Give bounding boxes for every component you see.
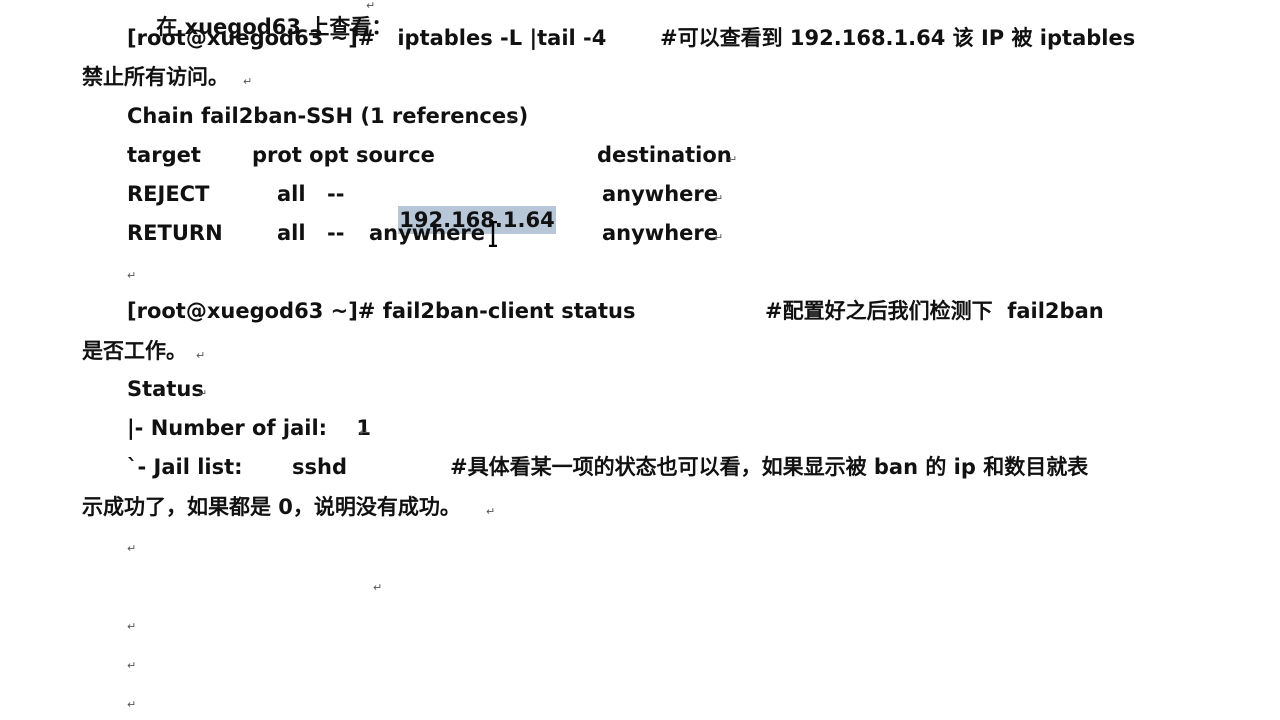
- comment-fail2ban-status: #配置好之后我们检测下 fail2ban: [765, 299, 1104, 323]
- jail-count-line: |- Number of jail: 1: [127, 416, 371, 440]
- comment-jail-status-wrap: 示成功了，如果都是 0，说明没有成功。: [82, 495, 461, 519]
- paragraph-mark: ↵: [127, 269, 137, 282]
- text-cursor-icon: [489, 221, 497, 247]
- header-prot-opt-source: prot opt source: [252, 143, 435, 167]
- paragraph-mark: ↵: [373, 581, 383, 594]
- row1-opt: --: [327, 182, 345, 206]
- paragraph-mark: ↵: [127, 542, 137, 555]
- header-destination: destination: [597, 143, 732, 167]
- row1-prot: all: [277, 182, 306, 206]
- paragraph-mark: ↵: [728, 153, 738, 166]
- paragraph-mark: ↵: [486, 505, 496, 518]
- comment-iptables-wrap: 禁止所有访问。: [82, 65, 229, 89]
- paragraph-mark: ↵: [508, 114, 518, 127]
- paragraph-mark: ↵: [127, 698, 137, 711]
- row2-dest: anywhere: [602, 221, 719, 245]
- row1-target: REJECT: [127, 182, 210, 206]
- comment-iptables: #可以查看到 192.168.1.64 该 IP 被 iptables: [660, 26, 1136, 50]
- paragraph-mark: ↵: [714, 231, 724, 244]
- row2-target: RETURN: [127, 221, 223, 245]
- command-fail2ban-status: [root@xuegod63 ~]# fail2ban-client statu…: [127, 299, 636, 323]
- paragraph-mark: ↵: [127, 620, 137, 633]
- paragraph-mark: ↵: [359, 426, 369, 439]
- comment-fail2ban-status-wrap: 是否工作。: [82, 339, 187, 363]
- row2-prot: all: [277, 221, 306, 245]
- paragraph-mark: ↵: [198, 387, 208, 400]
- command-iptables: [root@xuegod63 ~]# iptables -L |tail -4: [127, 26, 607, 50]
- paragraph-mark: ↵: [366, 0, 376, 12]
- paragraph-mark: ↵: [714, 192, 724, 205]
- header-target: target: [127, 143, 201, 167]
- paragraph-mark: ↵: [243, 75, 253, 88]
- paragraph-mark: ↵: [127, 659, 137, 672]
- row2-opt: --: [327, 221, 345, 245]
- row1-dest: anywhere: [602, 182, 719, 206]
- jail-list-value: sshd: [292, 455, 347, 479]
- comment-jail-status: #具体看某一项的状态也可以看，如果显示被 ban 的 ip 和数目就表: [450, 455, 1089, 479]
- row2-source: anywhere: [369, 221, 486, 245]
- paragraph-mark: ↵: [196, 349, 206, 362]
- jail-list-label: `- Jail list:: [127, 455, 243, 479]
- chain-line: Chain fail2ban-SSH (1 references): [127, 104, 529, 128]
- document-page[interactable]: 在 xuegod63 上查看： ↵ [root@xuegod63 ~]# ipt…: [0, 0, 1280, 720]
- status-line: Status: [127, 377, 204, 401]
